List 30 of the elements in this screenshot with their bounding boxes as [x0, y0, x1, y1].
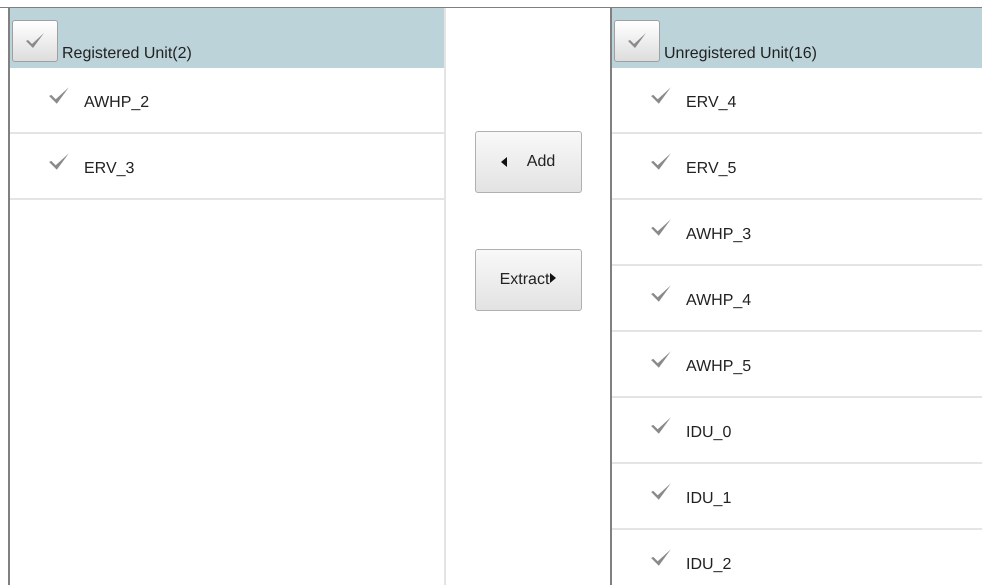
unit-name: IDU_1 [686, 489, 732, 509]
add-button[interactable]: Add [474, 131, 582, 193]
unit-name: ERV_3 [84, 159, 134, 179]
unit-row[interactable]: ERV_4 [612, 68, 982, 134]
checkmark-icon [25, 32, 45, 50]
unit-row[interactable]: IDU_2 [612, 530, 982, 585]
unit-name: AWHP_2 [84, 93, 150, 113]
right-triangle-icon [550, 273, 556, 283]
unit-name: ERV_5 [686, 159, 736, 179]
unit-name: AWHP_4 [686, 291, 752, 311]
unit-name: AWHP_3 [686, 225, 752, 245]
left-triangle-icon [500, 157, 507, 167]
unit-row[interactable]: ERV_5 [612, 134, 982, 200]
checkmark-icon [627, 32, 647, 50]
unit-name: IDU_2 [686, 555, 732, 575]
extract-button[interactable]: Extract [474, 249, 582, 311]
select-all-checkbox[interactable] [614, 20, 660, 62]
unit-name: IDU_0 [686, 423, 732, 443]
unit-row[interactable]: IDU_0 [612, 398, 982, 464]
panel-title: Unregistered Unit(16) [664, 44, 817, 64]
panel-title: Registered Unit(2) [62, 44, 192, 64]
unit-name: AWHP_5 [686, 357, 752, 377]
select-all-checkbox[interactable] [12, 20, 58, 62]
unit-row[interactable]: AWHP_5 [612, 332, 982, 398]
unit-row[interactable]: AWHP_2 [10, 68, 444, 134]
unit-row[interactable]: ERV_3 [10, 134, 444, 200]
unit-row[interactable]: AWHP_3 [612, 200, 982, 266]
unit-row[interactable]: AWHP_4 [612, 266, 982, 332]
unit-name: ERV_4 [686, 93, 736, 113]
unit-row[interactable]: IDU_1 [612, 464, 982, 530]
